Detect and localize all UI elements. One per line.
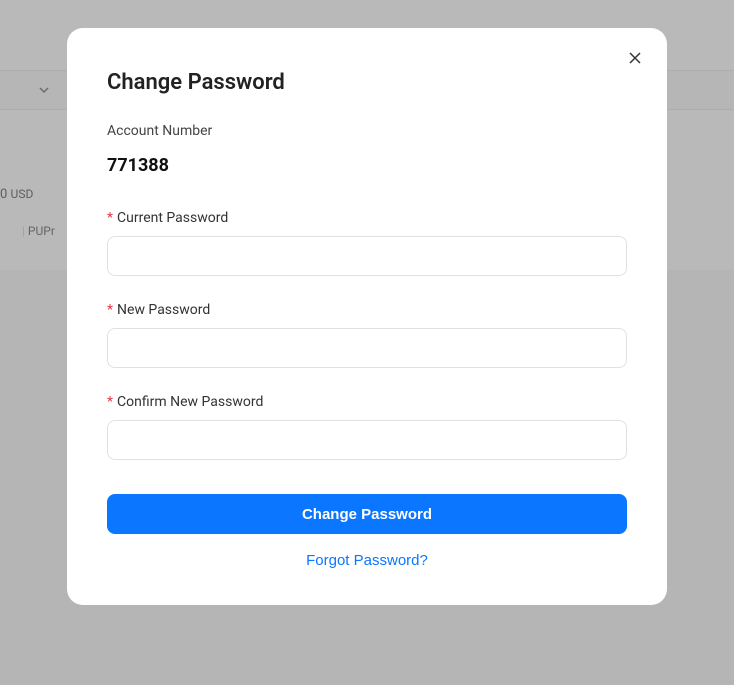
change-password-modal: Change Password Account Number 771388 *C… <box>67 28 667 605</box>
confirm-password-input[interactable] <box>107 420 627 460</box>
current-password-input[interactable] <box>107 236 627 276</box>
confirm-password-label-text: Confirm New Password <box>117 394 263 410</box>
close-icon <box>628 51 642 70</box>
modal-title: Change Password <box>107 70 627 95</box>
forgot-password-link[interactable]: Forgot Password? <box>107 552 627 569</box>
account-number-value: 771388 <box>107 155 627 176</box>
close-button[interactable] <box>621 46 649 74</box>
current-password-group: *Current Password <box>107 210 627 276</box>
current-password-label-text: Current Password <box>117 210 228 226</box>
new-password-label-text: New Password <box>117 302 210 318</box>
change-password-button[interactable]: Change Password <box>107 494 627 534</box>
new-password-label: *New Password <box>107 302 627 318</box>
modal-actions: Change Password Forgot Password? <box>107 494 627 569</box>
modal-overlay: Change Password Account Number 771388 *C… <box>0 0 734 685</box>
account-number-label: Account Number <box>107 123 627 139</box>
confirm-password-group: *Confirm New Password <box>107 394 627 460</box>
confirm-password-label: *Confirm New Password <box>107 394 627 410</box>
current-password-label: *Current Password <box>107 210 627 226</box>
new-password-group: *New Password <box>107 302 627 368</box>
new-password-input[interactable] <box>107 328 627 368</box>
required-marker: * <box>107 210 113 226</box>
required-marker: * <box>107 394 113 410</box>
required-marker: * <box>107 302 113 318</box>
